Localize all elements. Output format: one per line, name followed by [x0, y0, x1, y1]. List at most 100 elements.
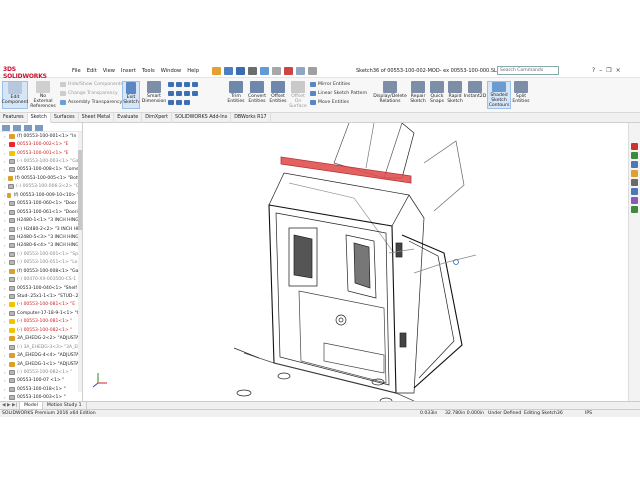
custom-properties-icon[interactable] [631, 197, 638, 204]
solidworks-resources-icon[interactable] [631, 152, 638, 159]
close-icon[interactable]: × [616, 67, 621, 74]
tree-item[interactable]: › H2480-1<1> "3 INCH HINGI [0, 216, 82, 224]
tree-item[interactable]: › (-) 00470-XX-003500-CS-1 [0, 275, 82, 283]
design-library-icon[interactable] [631, 161, 638, 168]
enclosure-model[interactable] [84, 123, 628, 401]
text-icon[interactable] [176, 100, 182, 105]
tree-item[interactable]: › (-) 3A_EHEDG-3<3> "3A_EH [0, 343, 82, 351]
line-icon[interactable] [168, 82, 174, 87]
new-icon[interactable] [212, 67, 221, 75]
tab-evaluate[interactable]: Evaluate [114, 113, 143, 123]
menu-window[interactable]: Window [161, 68, 181, 74]
tree-item[interactable]: › (f) 00553-100-008<1> "Ga [0, 267, 82, 275]
view-palette-icon[interactable] [631, 179, 638, 186]
point-icon[interactable] [192, 91, 198, 96]
forum-icon[interactable] [631, 206, 638, 213]
shaded-sketch-contours-button[interactable]: Shaded Sketch Contours [487, 81, 511, 109]
tree-item[interactable]: › 00553-100-003<1> " [0, 394, 82, 401]
split-entities-button[interactable]: Split Entities [512, 81, 530, 104]
fillet-icon[interactable] [168, 100, 174, 105]
tree-item[interactable]: › (-) 00553-100-051<1> "Le [0, 259, 82, 267]
tab-surfaces[interactable]: Surfaces [51, 113, 79, 123]
slot-icon[interactable] [184, 82, 190, 87]
instant2d-button[interactable]: Instant2D [464, 81, 486, 99]
tree-scrollbar[interactable] [78, 132, 82, 392]
mirror-entities-button[interactable]: Mirror Entities [310, 82, 350, 87]
tree-item[interactable]: › 00553-100-061<1> "Doori [0, 208, 82, 216]
graphics-viewport[interactable] [84, 123, 628, 401]
repair-sketch-button[interactable]: Repair Sketch [408, 81, 428, 104]
tree-item[interactable]: › 00553-100-040<1> "Shelf [0, 284, 82, 292]
tree-item[interactable]: › (-) 00553-100-001<1> "Spa [0, 250, 82, 258]
tree-item[interactable]: › 00553-100-060<1> "Door [0, 200, 82, 208]
tree-item[interactable]: › 00553-100-008<1> "Corne [0, 166, 82, 174]
tab-solidworks-addins[interactable]: SOLIDWORKS Add-Ins [172, 113, 232, 123]
tree-item[interactable]: › (-) 00553-100-006-2<2> "Ga [0, 183, 82, 191]
display-delete-relations-button[interactable]: Display/Delete Relations [373, 81, 407, 104]
tree-item[interactable]: › (-) 00553-100-081<1> "E [0, 301, 82, 309]
status-units[interactable]: IPS [585, 411, 592, 416]
convert-entities-button[interactable]: Convert Entities [246, 81, 268, 104]
save-icon[interactable] [236, 67, 245, 75]
tree-item[interactable]: › (-) 00553-100-082<1> " [0, 326, 82, 334]
rectangle-icon[interactable] [176, 82, 182, 87]
edit-component-button[interactable]: Edit Component [2, 81, 28, 109]
tree-item[interactable]: › (-) 00553-100-081<1> " [0, 318, 82, 326]
spline-icon[interactable] [192, 82, 198, 87]
tab-dimxpert[interactable]: DimXpert [142, 113, 173, 123]
polygon-icon[interactable] [184, 91, 190, 96]
tree-item[interactable]: › H2480-5<3> "3 INCH HINGI [0, 233, 82, 241]
plane-icon[interactable] [184, 100, 190, 105]
tab-model[interactable]: Model [20, 402, 43, 409]
open-icon[interactable] [224, 67, 233, 75]
menu-view[interactable]: View [103, 68, 115, 74]
tab-dbworks[interactable]: DBWorks R17 [231, 113, 271, 123]
menu-help[interactable]: Help [187, 68, 199, 74]
tree-item[interactable]: › (-) H2480-2<2> "3 INCH HI [0, 225, 82, 233]
no-external-references-button[interactable]: No External References [30, 81, 56, 109]
tree-item[interactable]: › 00553-100-002<1> "E [0, 140, 82, 148]
trim-entities-button[interactable]: Trim Entities [226, 81, 246, 104]
help-icon[interactable]: ? [592, 67, 595, 74]
tab-motion-study[interactable]: Motion Study 1 [43, 402, 87, 409]
file-explorer-icon[interactable] [631, 170, 638, 177]
tree-item[interactable]: › Computer-17-18-9-1<1> "C [0, 309, 82, 317]
menu-insert[interactable]: Insert [121, 68, 136, 74]
circle-icon[interactable] [168, 91, 174, 96]
scrollbar-thumb[interactable] [78, 150, 82, 230]
rebuild-icon[interactable] [284, 67, 293, 75]
undo-icon[interactable] [260, 67, 269, 75]
collapse-icon[interactable] [631, 143, 638, 150]
offset-entities-button[interactable]: Offset Entities [268, 81, 288, 104]
restore-icon[interactable]: ❐ [606, 67, 611, 74]
exit-sketch-button[interactable]: Exit Sketch [122, 81, 140, 109]
tab-nav-arrows[interactable]: ◀ ▶ ▶| [0, 402, 21, 409]
tab-sketch[interactable]: Sketch [27, 113, 51, 123]
property-manager-icon[interactable] [13, 125, 21, 131]
options-icon[interactable] [308, 67, 317, 75]
tree-item[interactable]: › (f) 00553-100-001<1> "In [0, 132, 82, 140]
print-icon[interactable] [248, 67, 257, 75]
tree-item[interactable]: › 3A_EHEDG-4<4> "ADJUSTA [0, 351, 82, 359]
tree-item[interactable]: › 3A_EHEDG-1<1> "ADJUSTA [0, 360, 82, 368]
tab-features[interactable]: Features [0, 113, 28, 123]
quick-snaps-button[interactable]: Quick Snaps [428, 81, 446, 104]
assembly-transparency-button[interactable]: Assembly Transparency [60, 100, 122, 105]
tree-item[interactable]: › (-) 00553-100-082<1> " [0, 368, 82, 376]
tree-item[interactable]: › (f) 00553-100-005<1> "Botto [0, 174, 82, 182]
search-commands-input[interactable]: Search Commands [497, 66, 559, 75]
offset-on-surface-button[interactable]: Offset On Surface [288, 81, 308, 109]
tree-item[interactable]: › 00553-100-07 <1> " [0, 377, 82, 385]
smart-dimension-button[interactable]: Smart Dimension [142, 81, 166, 104]
tree-item[interactable]: › (f) 00553-100-009-10<10> "Ir [0, 191, 82, 199]
tree-item[interactable]: › 3A_EHEDG-2<2> "ADJUSTA [0, 335, 82, 343]
tree-item[interactable]: › (-) 00553-100-003<1> "Ga [0, 157, 82, 165]
hide-show-components-button[interactable]: Hide/Show Components [60, 82, 123, 87]
tab-sheet-metal[interactable]: Sheet Metal [79, 113, 115, 123]
rapid-sketch-button[interactable]: Rapid Sketch [446, 81, 464, 104]
change-transparency-button[interactable]: Change Transparency [60, 91, 118, 96]
tree-item[interactable]: › 00553-100-018<1> " [0, 385, 82, 393]
menu-tools[interactable]: Tools [142, 68, 155, 74]
arc-icon[interactable] [176, 91, 182, 96]
tree-item[interactable]: › Stud-.25x1-1<1> "STUD-.25 [0, 292, 82, 300]
